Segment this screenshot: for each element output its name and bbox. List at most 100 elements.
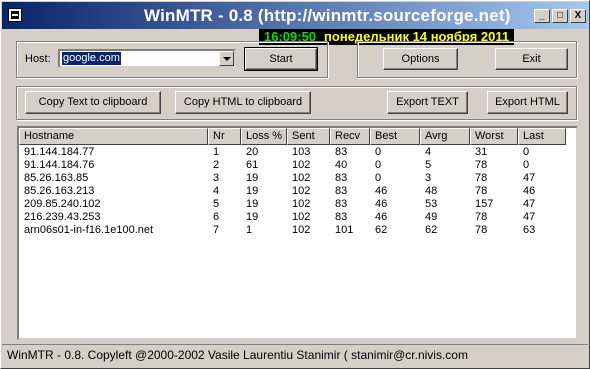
column-header-avrg[interactable]: Avrg [420, 128, 470, 145]
cell-last: 63 [523, 224, 536, 236]
cell-loss: 20 [246, 146, 259, 158]
cell-avrg: 4 [425, 146, 432, 158]
cell-hostname: 85.26.163.85 [24, 172, 89, 184]
copy-html-button[interactable]: Copy HTML to clipboard [175, 91, 311, 114]
cell-hostname: 85.26.163.213 [24, 185, 95, 197]
table-row[interactable]: arn06s01-in-f16.1e100.net 7 1 102 101 62… [19, 224, 576, 237]
cell-nr: 2 [213, 159, 220, 171]
chevron-down-icon[interactable] [219, 51, 234, 66]
cell-avrg: 48 [425, 185, 438, 197]
column-header-worst[interactable]: Worst [470, 128, 518, 145]
cell-last: 47 [523, 198, 536, 210]
column-header-sent[interactable]: Sent [287, 128, 330, 145]
start-button[interactable]: Start [244, 47, 318, 71]
cell-best: 0 [375, 172, 382, 184]
cell-recv: 83 [335, 146, 348, 158]
cell-hostname: 209.85.240.102 [24, 198, 101, 210]
cell-best: 62 [375, 224, 388, 236]
cell-best: 46 [375, 211, 388, 223]
cell-worst: 78 [475, 172, 488, 184]
cell-avrg: 62 [425, 224, 438, 236]
exit-button[interactable]: Exit [495, 48, 568, 70]
title-bar[interactable]: WinMTR - 0.8 (http://winmtr.sourceforge.… [2, 2, 589, 29]
cell-avrg: 49 [425, 211, 438, 223]
cell-sent: 102 [292, 172, 311, 184]
column-header-nr[interactable]: Nr [208, 128, 241, 145]
cell-last: 0 [523, 159, 530, 171]
cell-nr: 3 [213, 172, 220, 184]
table-row[interactable]: 85.26.163.85 3 19 102 83 0 3 78 47 [19, 172, 576, 185]
cell-best: 46 [375, 198, 388, 210]
column-header-last[interactable]: Last [518, 128, 566, 145]
cell-sent: 102 [292, 224, 311, 236]
cell-worst: 31 [475, 146, 488, 158]
column-header-loss[interactable]: Loss % [241, 128, 287, 145]
cell-best: 46 [375, 185, 388, 197]
cell-hostname: 91.144.184.77 [24, 146, 95, 158]
cell-recv: 40 [335, 159, 348, 171]
cell-hostname: 91.144.184.76 [24, 159, 95, 171]
status-bar: WinMTR - 0.8. Copyleft @2000-2002 Vasile… [2, 344, 588, 367]
cell-loss: 19 [246, 198, 259, 210]
column-header-best[interactable]: Best [370, 128, 420, 145]
app-icon [8, 8, 22, 22]
cell-avrg: 5 [425, 159, 432, 171]
host-label: Host: [25, 53, 51, 65]
trace-table[interactable]: Hostname Nr Loss % Sent Recv Best Avrg W… [17, 126, 578, 340]
cell-best: 0 [375, 159, 382, 171]
cell-avrg: 3 [425, 172, 432, 184]
cell-loss: 19 [246, 211, 259, 223]
cell-avrg: 53 [425, 198, 438, 210]
cell-recv: 101 [335, 224, 354, 236]
cell-nr: 4 [213, 185, 220, 197]
cell-sent: 102 [292, 159, 311, 171]
table-row[interactable]: 91.144.184.77 1 20 103 83 0 4 31 0 [19, 146, 576, 159]
cell-sent: 103 [292, 146, 311, 158]
cell-worst: 78 [475, 211, 488, 223]
table-row[interactable]: 216.239.43.253 6 19 102 83 46 49 78 47 [19, 211, 576, 224]
cell-last: 47 [523, 211, 536, 223]
cell-nr: 7 [213, 224, 220, 236]
cell-recv: 83 [335, 198, 348, 210]
cell-nr: 1 [213, 146, 220, 158]
export-html-button[interactable]: Export HTML [487, 91, 568, 114]
cell-worst: 78 [475, 185, 488, 197]
cell-hostname: arn06s01-in-f16.1e100.net [24, 224, 154, 236]
maximize-button[interactable]: □ [552, 9, 568, 23]
window-title: WinMTR - 0.8 (http://winmtr.sourceforge.… [144, 6, 511, 25]
table-row[interactable]: 91.144.184.76 2 61 102 40 0 5 78 0 [19, 159, 576, 172]
copy-text-button[interactable]: Copy Text to clipboard [25, 91, 161, 114]
cell-loss: 61 [246, 159, 259, 171]
cell-hostname: 216.239.43.253 [24, 211, 101, 223]
column-header-hostname[interactable]: Hostname [19, 128, 208, 145]
cell-best: 0 [375, 146, 382, 158]
app-window: WinMTR - 0.8 (http://winmtr.sourceforge.… [0, 0, 590, 369]
minimize-button[interactable]: _ [534, 9, 550, 23]
cell-sent: 102 [292, 185, 311, 197]
table-row[interactable]: 209.85.240.102 5 19 102 83 46 53 157 47 [19, 198, 576, 211]
cell-recv: 83 [335, 185, 348, 197]
cell-sent: 102 [292, 211, 311, 223]
cell-worst: 78 [475, 224, 488, 236]
host-input-value[interactable]: google.com [62, 52, 121, 65]
table-header: Hostname Nr Loss % Sent Recv Best Avrg W… [19, 128, 576, 145]
cell-loss: 19 [246, 185, 259, 197]
close-button[interactable]: X [570, 9, 586, 23]
cell-last: 0 [523, 146, 530, 158]
column-header-recv[interactable]: Recv [330, 128, 370, 145]
cell-worst: 157 [475, 198, 494, 210]
cell-recv: 83 [335, 172, 348, 184]
host-combobox[interactable]: google.com [58, 49, 236, 68]
options-button[interactable]: Options [383, 48, 458, 70]
cell-last: 47 [523, 172, 536, 184]
cell-nr: 6 [213, 211, 220, 223]
status-text: WinMTR - 0.8. Copyleft @2000-2002 Vasile… [7, 348, 468, 362]
cell-nr: 5 [213, 198, 220, 210]
cell-loss: 1 [246, 224, 253, 236]
cell-worst: 78 [475, 159, 488, 171]
cell-sent: 102 [292, 198, 311, 210]
cell-last: 46 [523, 185, 536, 197]
cell-recv: 83 [335, 211, 348, 223]
table-row[interactable]: 85.26.163.213 4 19 102 83 46 48 78 46 [19, 185, 576, 198]
export-text-button[interactable]: Export TEXT [387, 91, 468, 114]
